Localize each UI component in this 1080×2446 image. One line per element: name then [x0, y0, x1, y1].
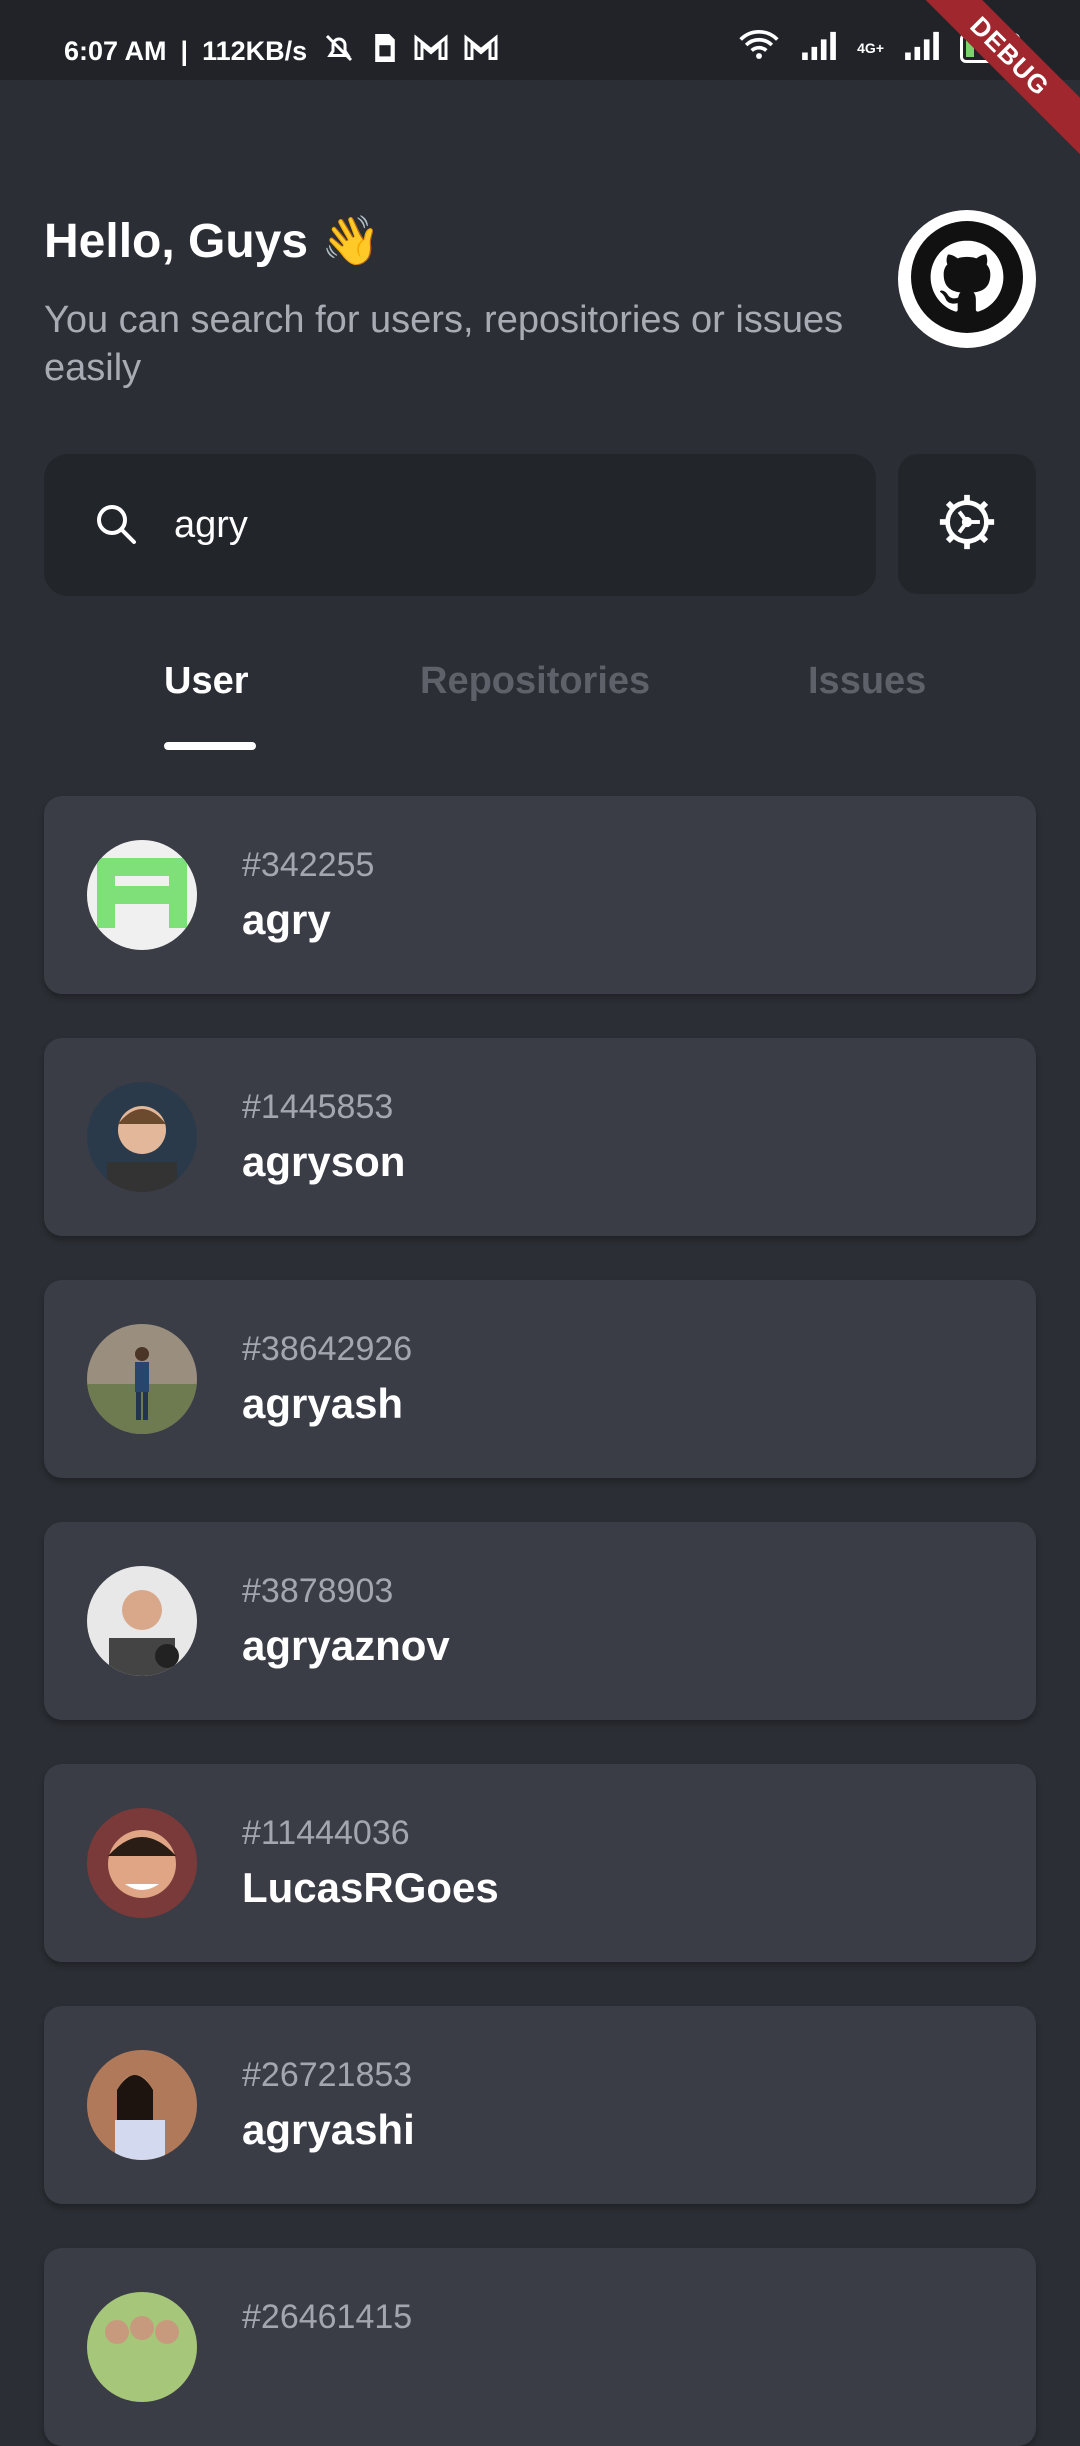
user-name: LucasRGoes [242, 1864, 499, 1911]
user-id: #38642926 [242, 1330, 413, 1368]
status-left: 6:07 AM | 112KB/s [64, 30, 499, 73]
mute-icon [321, 30, 357, 73]
gear-icon [936, 491, 998, 558]
user-id: #342255 [242, 846, 375, 884]
greeting-title: Hello, Guys 👋 [44, 215, 382, 268]
gmail-icon [413, 34, 449, 69]
github-avatar[interactable] [898, 210, 1036, 348]
search-input[interactable] [172, 494, 836, 556]
avatar [87, 1566, 197, 1676]
user-name: agryashi [242, 2106, 415, 2153]
avatar [87, 840, 197, 950]
list-item[interactable]: #3878903 agryaznov [44, 1522, 1036, 1720]
list-item[interactable]: #38642926 agryash [44, 1280, 1036, 1478]
user-name: agryash [242, 1380, 404, 1427]
network-label: 4G+ [857, 39, 884, 56]
user-name: agryaznov [242, 1622, 450, 1669]
user-id: #3878903 [242, 1572, 394, 1610]
signal-icon [799, 30, 839, 65]
avatar [87, 1082, 197, 1192]
search-icon [92, 500, 140, 553]
avatar [87, 1808, 197, 1918]
sim-icon [371, 31, 399, 72]
user-id: #11444036 [242, 1814, 410, 1852]
avatar [87, 2050, 197, 2160]
avatar [87, 1324, 197, 1434]
list-item[interactable]: #26461415 [44, 2248, 1036, 2446]
tab-user[interactable]: User [164, 660, 249, 703]
github-icon [911, 220, 1023, 338]
user-name: agry [242, 896, 331, 943]
greeting-subtitle: You can search for users, repositories o… [44, 299, 844, 389]
search-bar[interactable] [44, 454, 876, 596]
tab-repositories[interactable]: Repositories [420, 660, 650, 703]
status-time: 6:07 AM [64, 36, 167, 66]
status-speed: 112KB/s [202, 36, 308, 66]
wifi-icon [737, 28, 781, 67]
user-name: agryson [242, 1138, 406, 1185]
user-id: #1445853 [242, 1088, 394, 1126]
tab-bar: User Repositories Issues [0, 650, 1080, 750]
signal-icon [902, 30, 942, 65]
status-bar: 6:07 AM | 112KB/s 4G+ 10 [0, 0, 1080, 80]
tab-indicator [164, 742, 256, 750]
list-item[interactable]: #342255 agry [44, 796, 1036, 994]
avatar [87, 2292, 197, 2402]
tab-issues[interactable]: Issues [808, 660, 926, 703]
list-item[interactable]: #11444036 LucasRGoes [44, 1764, 1036, 1962]
list-item[interactable]: #1445853 agryson [44, 1038, 1036, 1236]
list-item[interactable]: #26721853 agryashi [44, 2006, 1036, 2204]
gmail-icon [463, 34, 499, 69]
settings-button[interactable] [898, 454, 1036, 594]
user-id: #26461415 [242, 2298, 413, 2336]
user-id: #26721853 [242, 2056, 413, 2094]
